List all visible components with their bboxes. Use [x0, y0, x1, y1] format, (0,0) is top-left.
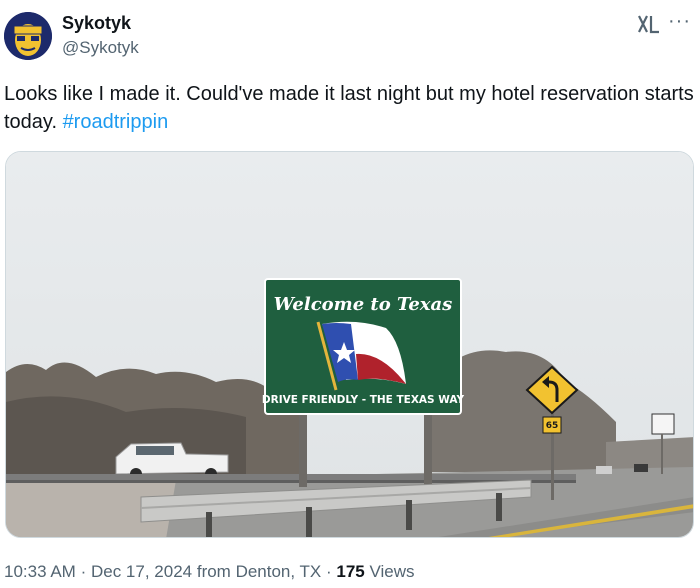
post-date[interactable]: Dec 17, 2024	[91, 562, 192, 581]
sign-slogan: DRIVE FRIENDLY - THE TEXAS WAY	[262, 394, 465, 406]
post-text: Looks like I made it. Could've made it l…	[4, 80, 694, 136]
post-meta: 10:33 AM · Dec 17, 2024 from Denton, TX …	[4, 562, 415, 582]
author-name[interactable]: Sykotyk	[62, 13, 131, 34]
welcome-sign: Welcome to Texas DRIVE FRIENDLY - THE TE…	[262, 278, 465, 415]
separator: ·	[80, 562, 87, 581]
photo-scene: Welcome to Texas DRIVE FRIENDLY - THE TE…	[6, 152, 693, 537]
post-photo[interactable]: Welcome to Texas DRIVE FRIENDLY - THE TE…	[5, 151, 694, 538]
grok-icon[interactable]	[636, 13, 662, 35]
author-handle[interactable]: @Sykotyk	[62, 38, 139, 58]
views-label[interactable]: Views	[370, 562, 415, 581]
post-time[interactable]: 10:33 AM	[4, 562, 76, 581]
speed-sign-value: 65	[546, 421, 559, 431]
hashtag-link[interactable]: #roadtrippin	[63, 111, 169, 133]
more-icon[interactable]: ···	[668, 10, 691, 33]
avatar-image	[4, 12, 52, 60]
avatar[interactable]	[4, 12, 52, 60]
separator: ·	[325, 562, 332, 581]
post-location: from Denton, TX	[196, 562, 322, 581]
views-count[interactable]: 175	[336, 562, 364, 581]
sign-title: Welcome to Texas	[274, 294, 453, 315]
